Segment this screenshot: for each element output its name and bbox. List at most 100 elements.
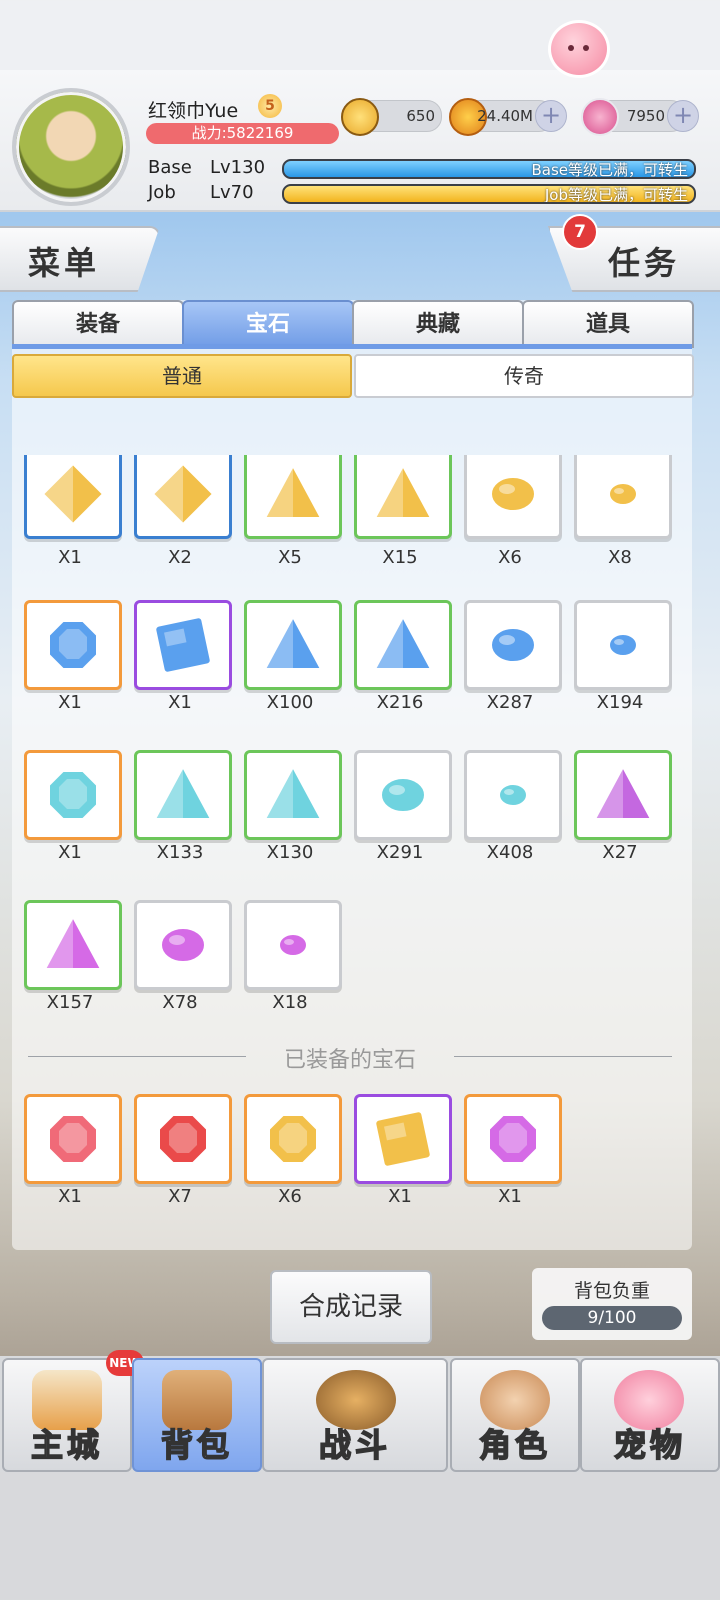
- tab-equipment[interactable]: 装备: [12, 300, 184, 348]
- nav-pet[interactable]: 宠物: [580, 1358, 720, 1472]
- job-label: Job: [148, 182, 176, 203]
- gem-slot[interactable]: [354, 600, 452, 690]
- gold-currency: 24.40M +: [449, 98, 567, 136]
- gold-value: 24.40M: [477, 107, 533, 125]
- nav-main-city[interactable]: 主城: [2, 1358, 132, 1472]
- gem-count: X287: [486, 692, 534, 713]
- gem-icon: [593, 764, 653, 820]
- gem-slot[interactable]: [244, 900, 342, 990]
- gem-icon: [490, 627, 536, 663]
- gem-slot[interactable]: [354, 750, 452, 840]
- base-label: Base: [148, 157, 192, 178]
- gem-slot[interactable]: [354, 1094, 452, 1184]
- gem-slot[interactable]: [354, 455, 452, 539]
- nav-label: 角色: [478, 1425, 551, 1465]
- nav-label: 宠物: [613, 1425, 686, 1465]
- gem-count: X1: [58, 547, 82, 568]
- nav-backpack[interactable]: 背包: [132, 1358, 262, 1472]
- gem-slot[interactable]: [24, 455, 122, 539]
- gem-slot[interactable]: [574, 750, 672, 840]
- gem-slot[interactable]: [574, 600, 672, 690]
- gem-icon: [268, 1114, 318, 1164]
- avatar[interactable]: [12, 88, 130, 206]
- pink-crystal-icon: [581, 98, 619, 136]
- nav-label: 主城: [30, 1425, 103, 1465]
- base-status: Base等级已满，可转生: [531, 161, 688, 179]
- gem-count: X1: [388, 1186, 412, 1207]
- menu-label: 菜单: [28, 244, 101, 282]
- gem-icon: [154, 616, 212, 674]
- gem-slot[interactable]: [24, 900, 122, 990]
- gem-count: X7: [168, 1186, 192, 1207]
- gem-count: X100: [266, 692, 314, 713]
- gem-slot[interactable]: [134, 750, 232, 840]
- gem-icon: [498, 783, 528, 807]
- tab-items[interactable]: 道具: [522, 300, 694, 348]
- add-gold-button[interactable]: +: [535, 100, 567, 132]
- gem-icon: [608, 633, 638, 657]
- vip-badge-icon: 5: [258, 94, 282, 118]
- gem-icon: [488, 1114, 538, 1164]
- subtab-legendary[interactable]: 传奇: [354, 354, 694, 398]
- gem-slot[interactable]: [24, 750, 122, 840]
- gem-slot[interactable]: [134, 455, 232, 539]
- gem-icon: [158, 1114, 208, 1164]
- nav-battle[interactable]: 战斗: [262, 1358, 448, 1472]
- gem-icon: [263, 614, 323, 670]
- tab-gems[interactable]: 宝石: [182, 300, 354, 348]
- job-level: Lv70: [210, 182, 254, 203]
- gem-slot[interactable]: [574, 455, 672, 539]
- equipped-divider: 已装备的宝石: [28, 1042, 672, 1073]
- bag-weight-label: 背包负重: [573, 1280, 650, 1302]
- gem-icon: [48, 620, 98, 670]
- gem-count: X157: [46, 992, 94, 1013]
- gem-count: X1: [168, 692, 192, 713]
- player-name: 红领巾Yue: [148, 100, 239, 122]
- gem-count: X1: [58, 1186, 82, 1207]
- equipped-title: 已装备的宝石: [283, 1048, 416, 1073]
- gem-count: X1: [58, 842, 82, 863]
- bag-weight: 背包负重 9/100: [532, 1268, 692, 1340]
- gem-slot[interactable]: [464, 750, 562, 840]
- gem-icon: [380, 777, 426, 813]
- gem-count: X216: [376, 692, 424, 713]
- gem-slot[interactable]: [244, 1094, 342, 1184]
- gem-icon: [48, 1114, 98, 1164]
- tab-collection[interactable]: 典藏: [352, 300, 524, 348]
- gem-count: X1: [58, 692, 82, 713]
- gem-count: X18: [272, 992, 308, 1013]
- add-crystal-button[interactable]: +: [667, 100, 699, 132]
- menu-button[interactable]: 菜单: [0, 226, 160, 292]
- job-exp-bar: Job等级已满，可转生: [282, 184, 696, 204]
- gem-slot[interactable]: [464, 455, 562, 539]
- nav-character[interactable]: 角色: [450, 1358, 580, 1472]
- gem-slot[interactable]: [134, 1094, 232, 1184]
- gem-icon: [608, 482, 638, 506]
- gem-icon: [373, 463, 433, 519]
- poring-mascot-icon[interactable]: [548, 20, 610, 78]
- zeny-coin-icon: [341, 98, 379, 136]
- base-level: Lv130: [210, 157, 266, 178]
- bag-weight-value: 9/100: [542, 1306, 682, 1330]
- synthesis-record-button[interactable]: 合成记录: [270, 1270, 432, 1344]
- gem-slot[interactable]: [244, 455, 342, 539]
- zeny-currency: 650: [341, 98, 442, 136]
- gem-count: X15: [382, 547, 418, 568]
- gem-icon: [151, 462, 215, 526]
- subtab-normal[interactable]: 普通: [12, 354, 352, 398]
- gem-slot[interactable]: [24, 1094, 122, 1184]
- gem-slot[interactable]: [244, 750, 342, 840]
- gem-slot[interactable]: [464, 600, 562, 690]
- gem-slot[interactable]: [134, 900, 232, 990]
- nav-label: 背包: [160, 1425, 233, 1465]
- gem-count: X130: [266, 842, 314, 863]
- base-exp-bar: Base等级已满，可转生: [282, 159, 696, 179]
- gem-count: X1: [498, 1186, 522, 1207]
- gem-icon: [263, 463, 323, 519]
- gem-count: X6: [498, 547, 522, 568]
- gem-slot[interactable]: [134, 600, 232, 690]
- gem-slot[interactable]: [464, 1094, 562, 1184]
- gem-slot[interactable]: [244, 600, 342, 690]
- task-count-badge: 7: [562, 214, 598, 250]
- gem-slot[interactable]: [24, 600, 122, 690]
